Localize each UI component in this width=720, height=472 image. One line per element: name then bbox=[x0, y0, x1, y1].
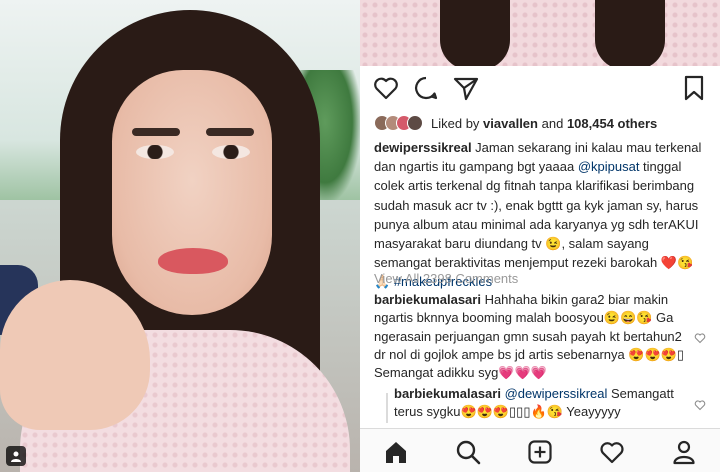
bookmark-icon[interactable] bbox=[680, 74, 708, 102]
bottom-navigation-bar bbox=[360, 428, 720, 472]
activity-heart-icon[interactable] bbox=[599, 439, 625, 465]
post-details-panel: Liked by viavallen and 108,454 others de… bbox=[360, 0, 720, 472]
reply-thread-line bbox=[386, 393, 388, 423]
caption-username[interactable]: dewiperssikreal bbox=[374, 140, 472, 155]
reply-like-heart-icon[interactable] bbox=[694, 399, 706, 411]
subject-lips bbox=[158, 248, 228, 274]
home-icon[interactable] bbox=[383, 439, 409, 465]
add-post-icon[interactable] bbox=[527, 439, 553, 465]
comment-reply-item: barbiekumalasari @dewiperssikreal Semang… bbox=[394, 385, 694, 422]
left-eye bbox=[136, 145, 174, 159]
reply-mention[interactable]: @dewiperssikreal bbox=[505, 386, 608, 401]
right-eye bbox=[212, 145, 250, 159]
liker-avatars bbox=[374, 115, 423, 131]
tagged-user-icon[interactable] bbox=[6, 446, 26, 466]
likes-count[interactable]: 108,454 others bbox=[567, 116, 657, 131]
left-eyebrow bbox=[132, 128, 180, 136]
likes-conjunction: and bbox=[541, 115, 564, 131]
caption-mention[interactable]: @kpipusat bbox=[578, 159, 640, 174]
caption-text-2: tinggal colek artis terkenal dg fitnah t… bbox=[374, 159, 699, 290]
post-caption: dewiperssikreal Jaman sekarang ini kalau… bbox=[374, 138, 704, 292]
comment-username[interactable]: barbiekumalasari bbox=[374, 292, 481, 307]
action-bar bbox=[360, 72, 720, 106]
speech-bubble-icon[interactable] bbox=[412, 74, 440, 102]
avatar bbox=[407, 115, 423, 131]
subject-face bbox=[112, 70, 272, 315]
comment-like-heart-icon[interactable] bbox=[694, 332, 706, 344]
reply-username[interactable]: barbiekumalasari bbox=[394, 386, 501, 401]
liker-username[interactable]: viavallen bbox=[483, 116, 538, 131]
hair-crop-left bbox=[440, 0, 510, 66]
comment-item: barbiekumalasari Hahhaha bikin gara2 bia… bbox=[374, 291, 694, 382]
right-eyebrow bbox=[206, 128, 254, 136]
likes-summary[interactable]: Liked by viavallen and 108,454 others bbox=[374, 112, 657, 134]
photo-crop-top bbox=[360, 0, 720, 66]
likes-prefix: Liked by bbox=[431, 115, 480, 131]
search-icon[interactable] bbox=[455, 439, 481, 465]
hair-crop-right bbox=[595, 0, 665, 66]
post-photo[interactable] bbox=[0, 0, 360, 472]
view-all-comments-link[interactable]: View All 2398 Comments bbox=[374, 271, 518, 286]
heart-outline-icon[interactable] bbox=[372, 74, 400, 102]
profile-icon[interactable] bbox=[671, 439, 697, 465]
paper-plane-icon[interactable] bbox=[452, 74, 480, 102]
